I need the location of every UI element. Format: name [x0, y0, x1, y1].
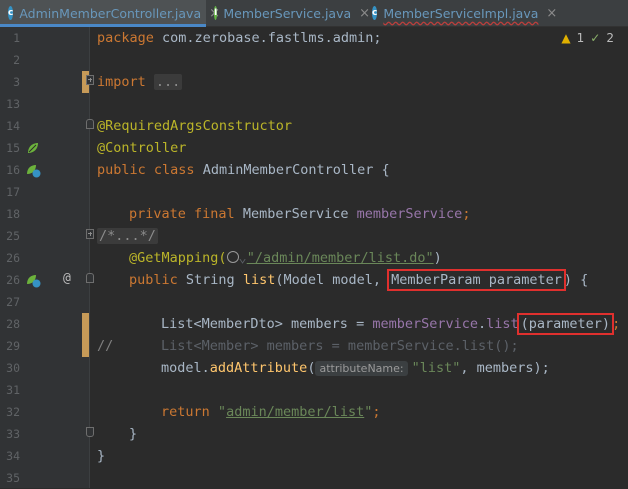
request-path-link[interactable]: "/admin/member/list.do" — [247, 250, 434, 266]
code-line: 26 @ public String list(Model model, Mem… — [0, 269, 628, 291]
line-number: 26 — [6, 251, 20, 265]
code-line: 30 model.addAttribute(attributeName: "lis… — [0, 357, 628, 379]
line-number: 28 — [6, 317, 20, 331]
code-line: 18 private final MemberService memberSer… — [0, 203, 628, 225]
tab-member-service[interactable]: I MemberService.java × — [206, 0, 370, 26]
change-marker[interactable] — [82, 335, 89, 357]
line-number: 29 — [6, 339, 20, 353]
line-number: 27 — [6, 295, 20, 309]
fold-expand-icon[interactable] — [86, 75, 94, 85]
tab-member-service-impl[interactable]: c MemberServiceImpl.java × — [364, 0, 557, 26]
fold-end-icon[interactable] — [86, 427, 94, 437]
code-line: 13 — [0, 93, 628, 115]
code-line: 26 @GetMapping(⌄"/admin/member/list.do") — [0, 247, 628, 269]
line-number: 2 — [13, 53, 20, 67]
code-line: 25 /*...*/ — [0, 225, 628, 247]
fold-collapse-icon[interactable] — [86, 273, 94, 283]
code-line: 31 — [0, 379, 628, 401]
line-number: 25 — [6, 229, 20, 243]
code-line: 17 — [0, 181, 628, 203]
code-line: 15 @Controller — [0, 137, 628, 159]
code-line: 35 — [0, 467, 628, 489]
line-number: 3 — [13, 75, 20, 89]
highlighted-parameter: MemberParam parameter — [387, 269, 566, 291]
close-icon[interactable]: × — [546, 6, 557, 21]
line-number: 32 — [6, 405, 20, 419]
tab-admin-member-controller[interactable]: c AdminMemberController.java × — [0, 0, 220, 27]
code-line: 2 — [0, 49, 628, 71]
code-line: 27 — [0, 291, 628, 313]
code-line: 33 } — [0, 423, 628, 445]
line-number: 31 — [6, 383, 20, 397]
code-editor[interactable]: ▲ 1 ✓ 2 1 package com.zerobase.fastlms.a… — [0, 27, 628, 488]
line-number: 35 — [6, 471, 20, 485]
code-line: 32 return "admin/member/list"; — [0, 401, 628, 423]
line-number: 26 — [6, 273, 20, 287]
code-line: 1 package com.zerobase.fastlms.admin; — [0, 27, 628, 49]
line-number: 18 — [6, 207, 20, 221]
folded-imports[interactable]: ... — [153, 74, 183, 90]
code-line: 3 import ... — [0, 71, 628, 93]
view-path-link[interactable]: admin/member/list — [226, 404, 364, 420]
folded-comment[interactable]: /*...*/ — [97, 228, 158, 244]
fold-expand-icon[interactable] — [86, 229, 94, 239]
editor-tab-bar: c AdminMemberController.java × I MemberS… — [0, 0, 628, 27]
interface-icon: I — [214, 6, 218, 20]
line-number: 1 — [13, 31, 20, 45]
line-number: 16 — [6, 163, 20, 177]
code-line: 29 // List<Member> members = memberServi… — [0, 335, 628, 357]
line-number: 17 — [6, 185, 20, 199]
line-number: 13 — [6, 97, 20, 111]
tab-label: AdminMemberController.java — [19, 5, 202, 21]
fold-collapse-icon[interactable] — [86, 119, 94, 129]
class-icon: c — [8, 6, 14, 20]
spring-bean-icon[interactable] — [25, 140, 41, 156]
ide-window: c AdminMemberController.java × I MemberS… — [0, 0, 628, 488]
line-number: 30 — [6, 361, 20, 375]
code-line: 34 } — [0, 445, 628, 467]
tab-label: MemberService.java — [223, 5, 352, 21]
tab-label: MemberServiceImpl.java — [383, 5, 539, 21]
code-line: 28 List<MemberDto> members = memberServi… — [0, 313, 628, 335]
code-line: 14 @RequiredArgsConstructor — [0, 115, 628, 137]
code-line: 16 public class AdminMemberController { — [0, 159, 628, 181]
spring-bean-navigate-icon[interactable] — [25, 162, 41, 178]
line-number: 14 — [6, 119, 20, 133]
highlighted-argument: (parameter) — [516, 313, 615, 335]
endpoint-at-icon[interactable]: @ — [63, 271, 71, 286]
class-icon: c — [372, 6, 378, 20]
line-number: 15 — [6, 141, 20, 155]
request-mapping-icon[interactable] — [25, 272, 41, 288]
parameter-hint: attributeName: — [315, 361, 408, 376]
line-number: 34 — [6, 449, 20, 463]
change-marker[interactable] — [82, 313, 89, 335]
line-number: 33 — [6, 427, 20, 441]
globe-icon[interactable] — [226, 251, 239, 263]
